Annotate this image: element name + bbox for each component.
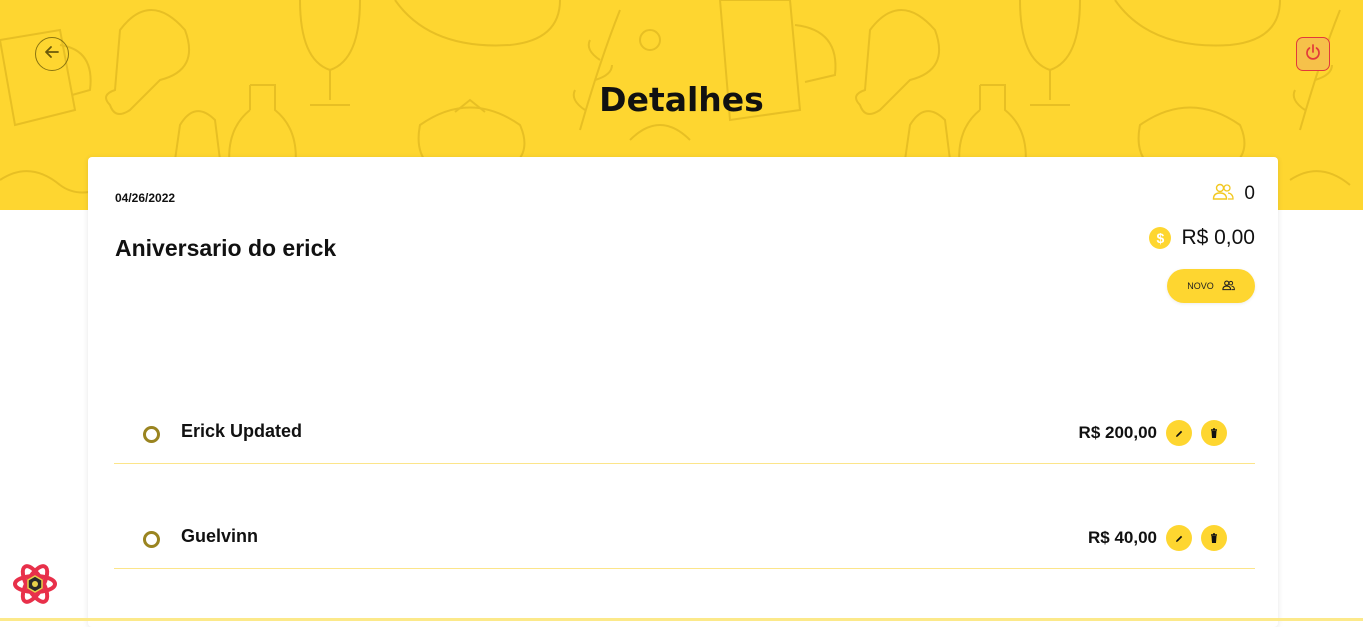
participant-radio[interactable] [143,426,160,443]
power-icon [1304,43,1322,65]
pencil-icon [1174,424,1184,443]
participant-value: R$ 40,00 [1088,528,1157,547]
participant-radio[interactable] [143,531,160,548]
page-title: Detalhes [599,80,764,119]
total-display: $ R$ 0,00 [1149,226,1255,250]
arrow-left-icon [43,43,61,65]
participant-actions: R$ 200,00 [1079,420,1227,446]
participant-name: Guelvinn [181,526,259,546]
new-button-label: NOVO [1187,281,1214,291]
pencil-icon [1174,529,1184,548]
trash-icon [1209,529,1219,548]
participant-name: Erick Updated [181,421,303,441]
users-icon [1222,279,1235,294]
event-name: Aniversario do erick [115,235,337,261]
participant-actions: R$ 40,00 [1088,525,1227,551]
react-logo-icon[interactable] [12,562,58,610]
total-value: R$ 0,00 [1181,226,1255,249]
new-participant-button[interactable]: NOVO [1167,269,1255,303]
list-item: Erick Updated R$ 200,00 [114,393,1255,464]
edit-button[interactable] [1166,420,1192,446]
participant-value: R$ 200,00 [1078,423,1157,442]
back-button[interactable] [35,37,69,71]
list-item: Guelvinn R$ 40,00 [114,498,1255,569]
delete-button[interactable] [1201,420,1227,446]
people-count: 0 [1244,183,1255,204]
edit-button[interactable] [1166,525,1192,551]
event-card: 04/26/2022 Aniversario do erick 0 $ R$ 0… [88,157,1278,627]
delete-button[interactable] [1201,525,1227,551]
dollar-coin-icon: $ [1149,227,1172,249]
users-icon [1212,183,1235,205]
logout-button[interactable] [1296,37,1330,71]
trash-icon [1209,424,1219,443]
people-count-display: 0 [1212,183,1255,205]
event-date: 04/26/2022 [115,191,176,205]
